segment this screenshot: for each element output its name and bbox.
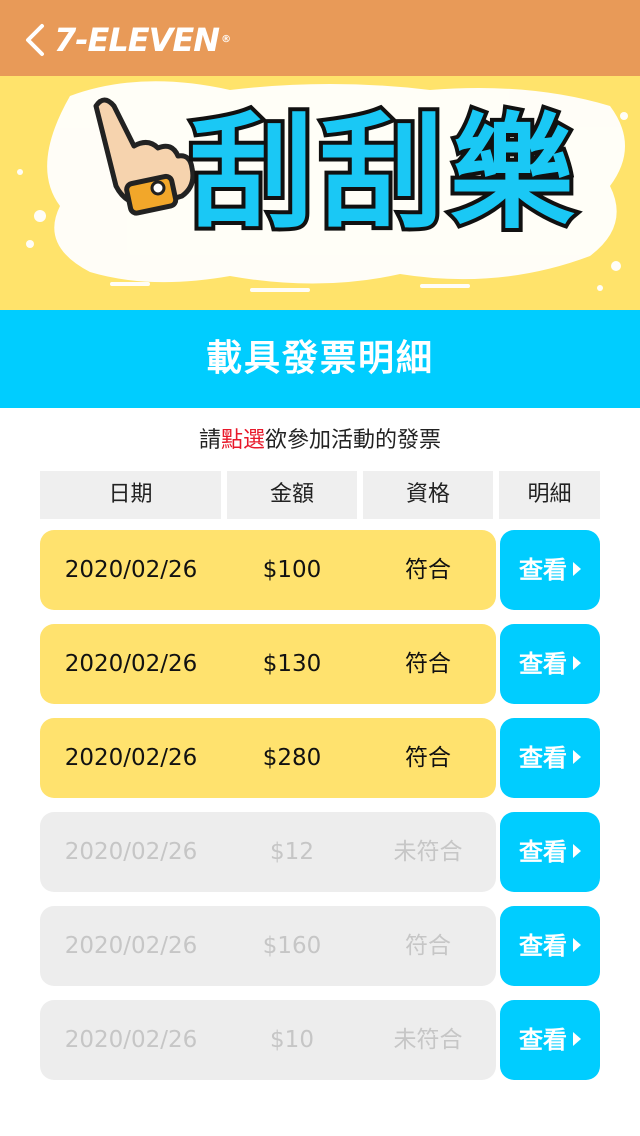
instruction-highlight: 點選 xyxy=(220,428,265,453)
invoice-row[interactable]: 2020/02/26 $280 符合 xyxy=(40,718,496,798)
invoice-date: 2020/02/26 xyxy=(64,745,198,771)
column-header-eligibility: 資格 xyxy=(363,471,493,519)
instruction-text: 請點選欲參加活動的發票 xyxy=(0,424,640,458)
caret-right-icon xyxy=(573,938,581,952)
column-header-detail: 明細 xyxy=(499,471,600,519)
invoice-date: 2020/02/26 xyxy=(64,1027,198,1053)
instruction-post: 欲參加活動的發票 xyxy=(265,428,442,453)
column-header-date: 日期 xyxy=(40,471,221,519)
column-header-amount: 金額 xyxy=(227,471,357,519)
brand-logo: 7-ELEVEN ® xyxy=(54,21,231,59)
invoice-eligibility: 符合 xyxy=(405,651,451,677)
view-detail-button[interactable]: 查看 xyxy=(500,906,600,986)
invoice-eligibility: 未符合 xyxy=(393,1027,463,1053)
section-title-bar: 載具發票明細 xyxy=(0,310,640,408)
view-detail-button[interactable]: 查看 xyxy=(500,812,600,892)
invoice-amount: $130 xyxy=(262,651,322,677)
invoice-amount: $100 xyxy=(262,557,322,583)
invoice-amount: $280 xyxy=(262,745,322,771)
instruction-pre: 請 xyxy=(198,428,221,453)
view-detail-button[interactable]: 查看 xyxy=(500,624,600,704)
invoice-amount: $10 xyxy=(270,1027,314,1053)
invoice-amount: $12 xyxy=(270,839,314,865)
banner-title-art: 刮刮樂 xyxy=(186,98,580,250)
banner-title: 刮刮樂 xyxy=(190,102,580,246)
caret-right-icon xyxy=(573,844,581,858)
invoice-eligibility: 未符合 xyxy=(393,839,463,865)
caret-right-icon xyxy=(573,1032,581,1046)
invoice-date: 2020/02/26 xyxy=(64,557,198,583)
invoice-eligibility: 符合 xyxy=(405,933,451,959)
caret-right-icon xyxy=(573,656,581,670)
invoice-date: 2020/02/26 xyxy=(64,839,198,865)
invoice-row: 2020/02/26 $12 未符合 xyxy=(40,812,496,892)
view-detail-button[interactable]: 查看 xyxy=(500,530,600,610)
invoice-row[interactable]: 2020/02/26 $130 符合 xyxy=(40,624,496,704)
invoice-date: 2020/02/26 xyxy=(64,933,198,959)
view-detail-button[interactable]: 查看 xyxy=(500,718,600,798)
invoice-amount: $160 xyxy=(262,933,322,959)
chevron-left-icon[interactable] xyxy=(22,22,52,58)
top-bar: 7-ELEVEN ® xyxy=(0,0,640,76)
invoice-row: 2020/02/26 $160 符合 xyxy=(40,906,496,986)
view-detail-button[interactable]: 查看 xyxy=(500,1000,600,1080)
caret-right-icon xyxy=(573,750,581,764)
invoice-row: 2020/02/26 $10 未符合 xyxy=(40,1000,496,1080)
page-title: 載具發票明細 xyxy=(205,338,434,379)
scratch-card-banner: 刮刮樂 xyxy=(0,76,640,310)
caret-right-icon xyxy=(573,562,581,576)
invoice-row[interactable]: 2020/02/26 $100 符合 xyxy=(40,530,496,610)
invoice-date: 2020/02/26 xyxy=(64,651,198,677)
invoice-eligibility: 符合 xyxy=(405,745,451,771)
invoice-eligibility: 符合 xyxy=(405,557,451,583)
